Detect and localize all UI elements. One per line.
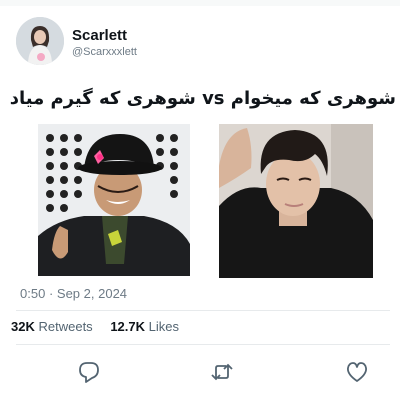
- header-band: [0, 0, 400, 6]
- likes-label: Likes: [148, 319, 179, 334]
- tweet-actions: [0, 357, 400, 387]
- author-avatar[interactable]: [16, 17, 64, 65]
- reply-icon: [79, 362, 99, 383]
- photo-right-image: [219, 124, 373, 278]
- retweet-icon: [211, 363, 233, 381]
- tweet-date: Sep 2, 2024: [56, 286, 128, 301]
- avatar-image: [16, 17, 64, 65]
- like-icon: [347, 362, 367, 382]
- tweet-timestamp[interactable]: 0:50 · Sep 2, 2024: [20, 286, 127, 301]
- tweet-header: Scarlett @Scarxxxlett: [0, 0, 400, 82]
- tweet-photo-left[interactable]: [38, 124, 190, 276]
- tweet-time: 0:50: [20, 286, 46, 301]
- tweet-text: شوهری که میخوام vs شوهری که گیرم میاد: [9, 88, 396, 109]
- divider-bottom: [16, 344, 390, 345]
- author-handle[interactable]: @Scarxxxlett: [72, 46, 137, 58]
- retweets-count: 32K: [11, 319, 35, 334]
- tweet-stats: 32K Retweets 12.7K Likes: [11, 319, 193, 334]
- tweet-photo-right[interactable]: [219, 124, 373, 278]
- retweet-button[interactable]: [207, 357, 237, 387]
- photo-left-image: [38, 124, 190, 276]
- retweets-label: Retweets: [38, 319, 93, 334]
- like-button[interactable]: [342, 357, 372, 387]
- author-name[interactable]: Scarlett: [72, 27, 127, 44]
- retweets-stat[interactable]: 32K Retweets: [11, 319, 96, 334]
- likes-stat[interactable]: 12.7K Likes: [110, 319, 179, 334]
- tweet-meta-separator: ·: [48, 286, 54, 301]
- reply-button[interactable]: [74, 357, 104, 387]
- divider-top: [16, 310, 390, 311]
- likes-count: 12.7K: [110, 319, 146, 334]
